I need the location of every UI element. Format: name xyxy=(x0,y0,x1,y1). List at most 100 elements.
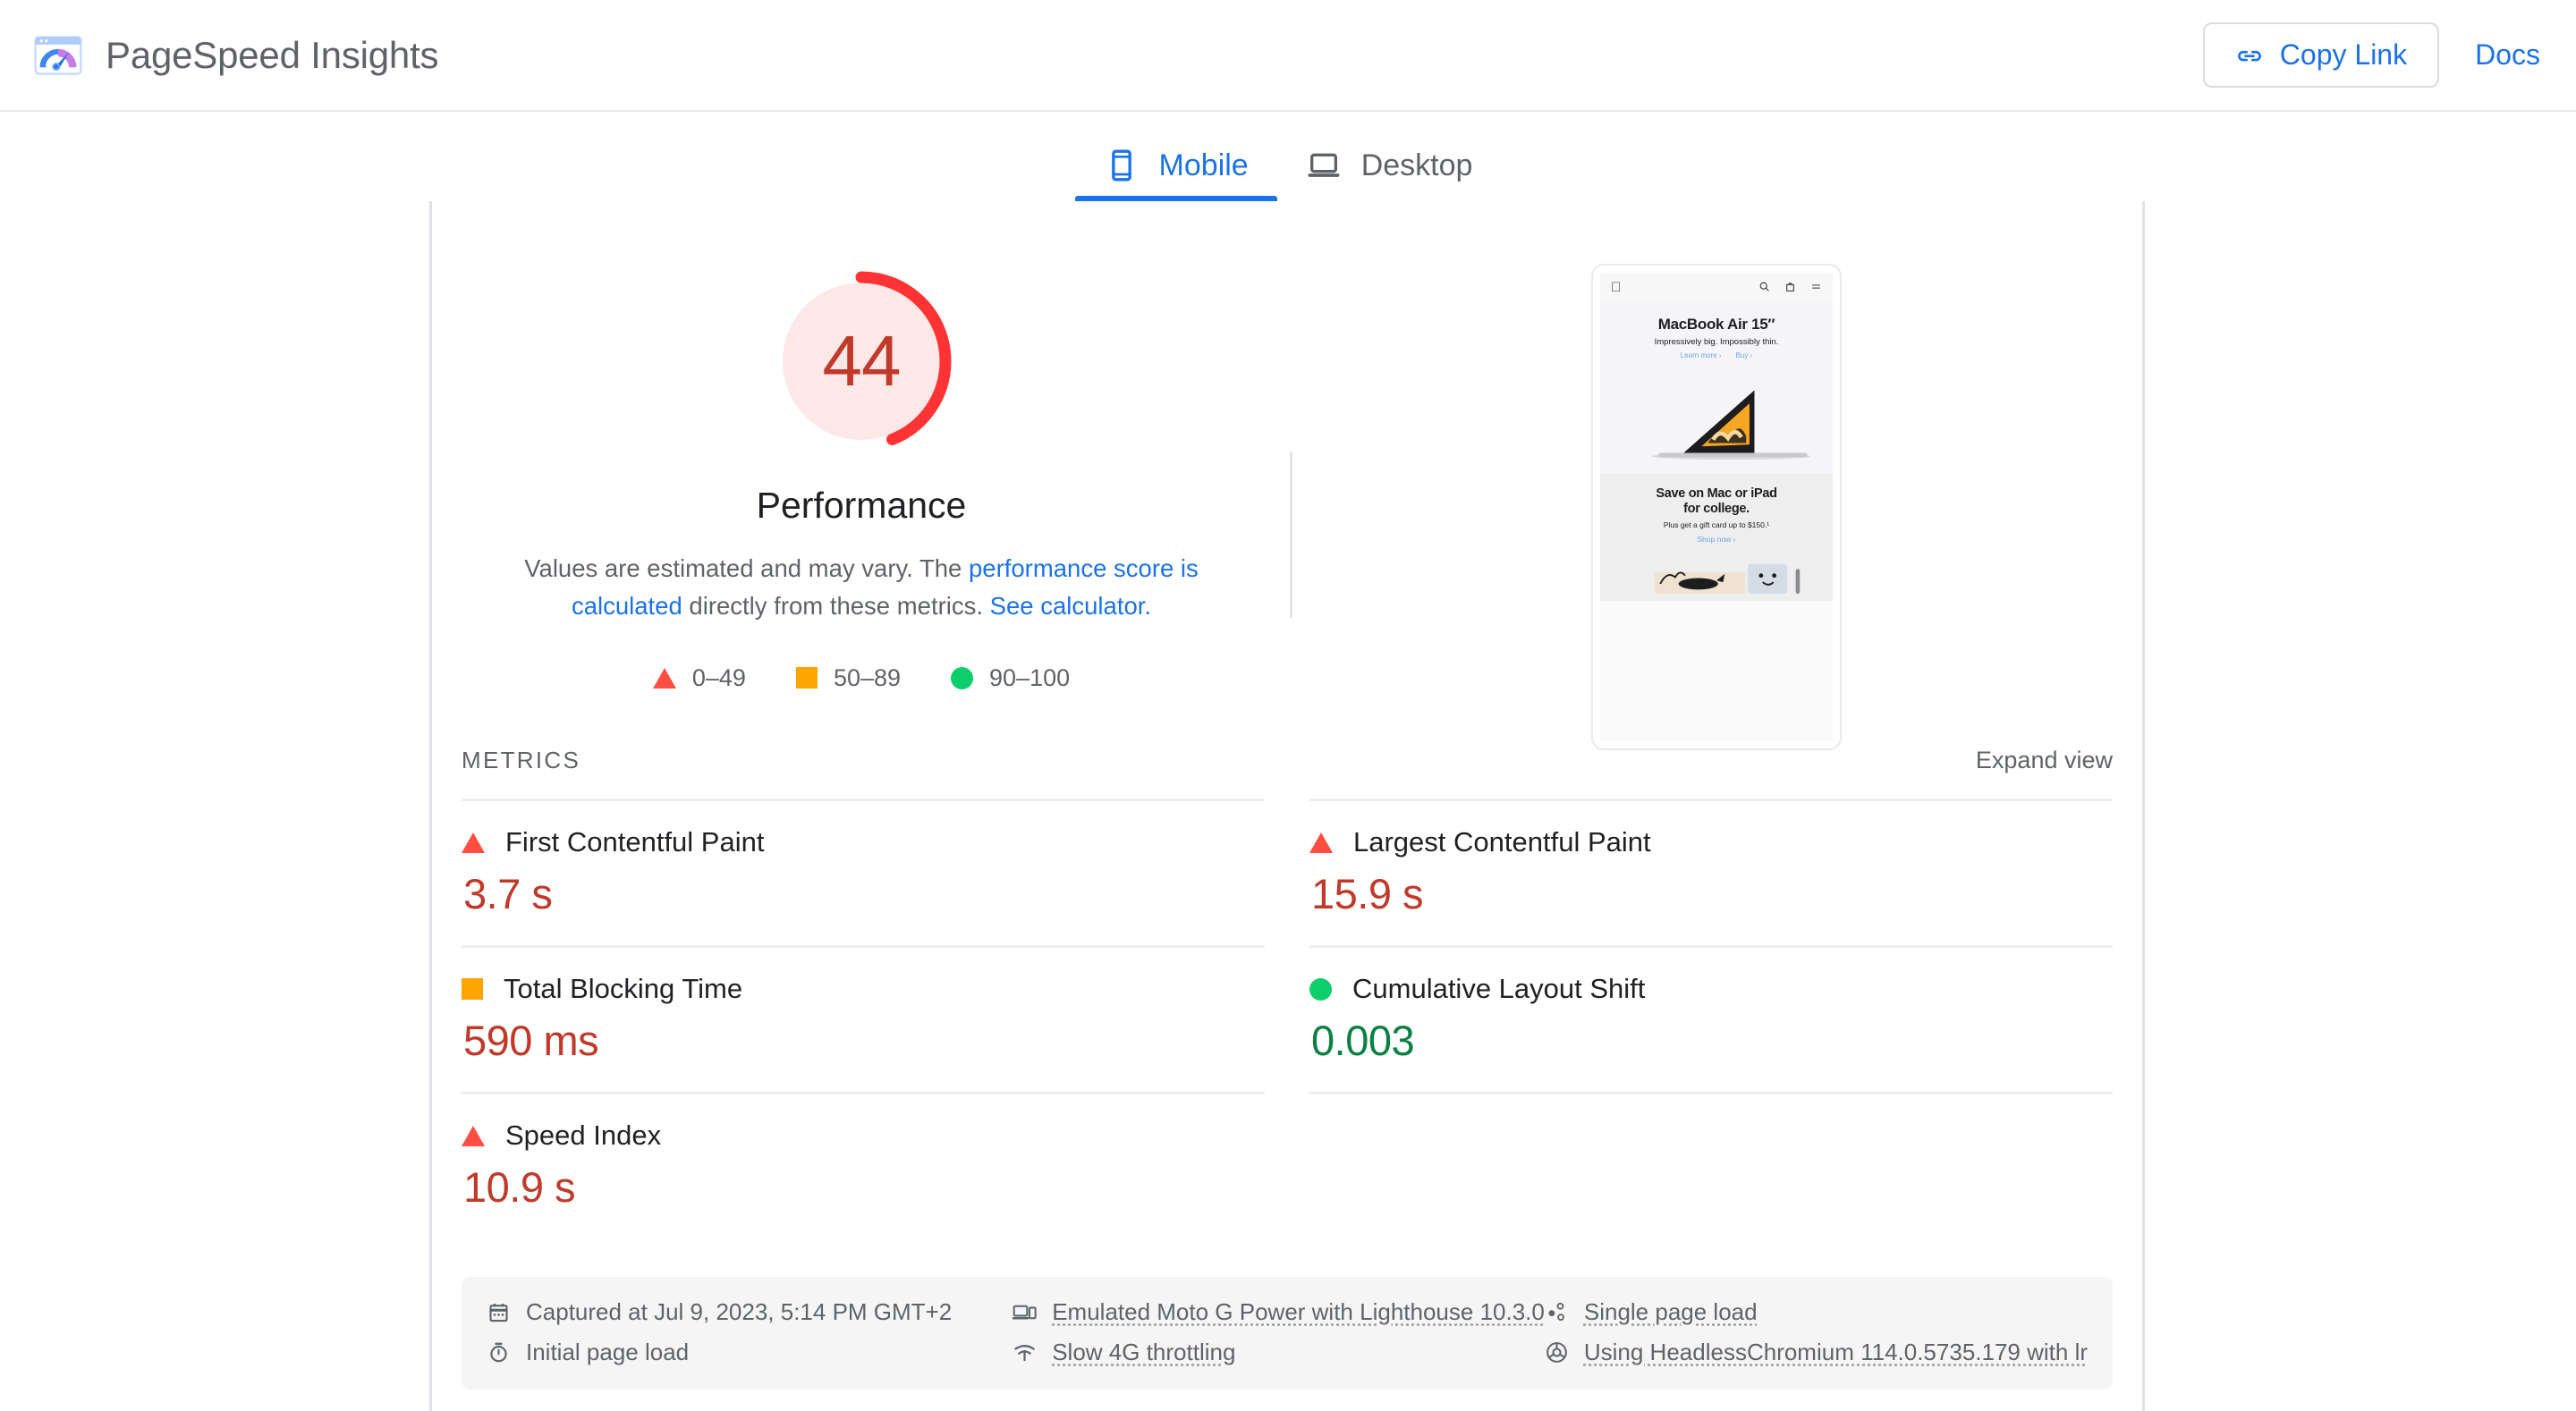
environment-item[interactable]: Slow 4G throttling xyxy=(1013,1339,1545,1366)
tab-desktop-label: Desktop xyxy=(1361,148,1473,183)
legend-label-average: 50–89 xyxy=(834,664,901,692)
thumbnail-promo-fineprint: Plus get a gift card up to $150.¹ xyxy=(1609,520,1824,529)
legend-item-poor: 0–49 xyxy=(653,664,746,692)
metric-header: Speed Index xyxy=(462,1120,1265,1152)
metric-value: 10.9 s xyxy=(463,1162,1265,1212)
report-container: 44 Performance Values are estimated and … xyxy=(429,201,2145,1411)
thumbnail-learn-more-link: Learn more › xyxy=(1681,351,1722,359)
link-icon xyxy=(2235,41,2264,70)
metrics-column-right: Largest Contentful Paint 15.9 s Cumulati… xyxy=(1309,798,2113,1238)
copy-link-label: Copy Link xyxy=(2280,38,2407,72)
mobile-phone-icon xyxy=(1104,148,1140,183)
metric-name: Cumulative Layout Shift xyxy=(1352,973,1645,1005)
environment-column-1: Captured at Jul 9, 2023, 5:14 PM GMT+2 I… xyxy=(487,1298,1013,1366)
thumbnail-shop-now-link: Shop now › xyxy=(1609,535,1824,544)
thumbnail-promo-heading-1: Save on Mac or iPad xyxy=(1609,486,1824,502)
legend-item-good: 90–100 xyxy=(951,664,1070,692)
metrics-grid: First Contentful Paint 3.7 s Total Block… xyxy=(432,798,2142,1238)
brand: PageSpeed Insights xyxy=(32,30,438,81)
stopwatch-icon xyxy=(487,1340,511,1365)
chrome-icon xyxy=(1545,1340,1569,1365)
legend-item-average: 50–89 xyxy=(796,664,901,692)
app-header: PageSpeed Insights Copy Link Docs xyxy=(0,0,2576,112)
metrics-column-left: First Contentful Paint 3.7 s Total Block… xyxy=(462,798,1265,1238)
metric-value: 0.003 xyxy=(1311,1016,2113,1065)
circle-icon xyxy=(951,667,973,689)
metric-name: Total Blocking Time xyxy=(504,973,742,1005)
triangle-icon xyxy=(1309,832,1333,853)
score-description: Values are estimated and may vary. The p… xyxy=(504,550,1219,625)
circle-icon xyxy=(1309,978,1332,1001)
metric-header: Largest Contentful Paint xyxy=(1309,826,2113,858)
square-icon xyxy=(796,667,818,689)
score-description-prefix: Values are estimated and may vary. The xyxy=(524,554,969,582)
page-screenshot-thumbnail[interactable]:  xyxy=(1591,264,1842,750)
thumbnail-promo-illustration xyxy=(1609,549,1824,596)
devices-icon xyxy=(1013,1300,1037,1324)
summary-section: 44 Performance Values are estimated and … xyxy=(432,201,2142,747)
triangle-icon xyxy=(462,832,485,853)
triangle-icon xyxy=(462,1126,485,1146)
header-actions: Copy Link Docs xyxy=(2203,22,2540,88)
copy-link-button[interactable]: Copy Link xyxy=(2203,22,2439,88)
environment-text[interactable]: Single page load xyxy=(1584,1298,1758,1326)
tab-desktop[interactable]: Desktop xyxy=(1277,112,1502,201)
environment-column-2: Emulated Moto G Power with Lighthouse 10… xyxy=(1013,1298,1545,1366)
see-calculator-link[interactable]: See calculator. xyxy=(990,592,1151,620)
apple-logo-icon:  xyxy=(1611,281,1621,294)
search-icon xyxy=(1758,281,1770,294)
score-legend: 0–49 50–89 90–100 xyxy=(653,664,1070,692)
performance-gauge: 44 xyxy=(768,268,954,454)
metrics-header: METRICS Expand view xyxy=(432,747,2142,798)
page-title: PageSpeed Insights xyxy=(106,34,438,77)
triangle-icon xyxy=(653,668,676,689)
thumbnail-nav:  xyxy=(1600,273,1833,301)
environment-item[interactable]: Using HeadlessChromium 114.0.5735.179 wi… xyxy=(1545,1339,2088,1366)
desktop-laptop-icon xyxy=(1306,148,1342,183)
metric-header: First Contentful Paint xyxy=(462,826,1265,858)
environment-text[interactable]: Slow 4G throttling xyxy=(1052,1339,1235,1366)
thumbnail-hero-subheading: Impressively big. Impossibly thin. xyxy=(1609,337,1824,347)
environment-item[interactable]: Single page load xyxy=(1545,1298,2088,1326)
metric-value: 15.9 s xyxy=(1311,869,2113,918)
metric-name: Largest Contentful Paint xyxy=(1353,826,1651,858)
thumbnail-hero: MacBook Air 15″ Impressively big. Imposs… xyxy=(1600,301,1833,474)
thumbnail-viewport:  xyxy=(1600,273,1833,741)
environment-item[interactable]: Emulated Moto G Power with Lighthouse 10… xyxy=(1013,1298,1545,1326)
metric-row[interactable]: First Contentful Paint 3.7 s xyxy=(462,798,1265,945)
calendar-icon xyxy=(487,1300,511,1324)
macbook-illustration xyxy=(1609,363,1824,469)
thumbnail-promo-heading-2: for college. xyxy=(1609,502,1824,517)
environment-text[interactable]: Emulated Moto G Power with Lighthouse 10… xyxy=(1052,1298,1545,1326)
legend-label-good: 90–100 xyxy=(989,664,1070,692)
expand-view-toggle[interactable]: Expand view xyxy=(1976,747,2113,774)
environment-column-3: Single page load Using HeadlessChromium … xyxy=(1545,1298,2088,1366)
form-factor-tabs: Mobile Desktop xyxy=(0,112,2576,201)
environment-bar: Captured at Jul 9, 2023, 5:14 PM GMT+2 I… xyxy=(462,1277,2113,1390)
docs-link[interactable]: Docs xyxy=(2475,38,2540,72)
legend-label-poor: 0–49 xyxy=(692,664,746,692)
thumbnail-buy-link: Buy › xyxy=(1736,351,1753,359)
thumbnail-hero-links: Learn more › Buy › xyxy=(1609,351,1824,359)
environment-text: Initial page load xyxy=(526,1339,689,1366)
pagespeed-logo-icon xyxy=(32,30,84,81)
metric-name: First Contentful Paint xyxy=(505,826,764,858)
single-page-load-icon xyxy=(1545,1300,1569,1324)
metric-row[interactable]: Speed Index 10.9 s xyxy=(462,1092,1265,1238)
performance-score-value: 44 xyxy=(768,268,954,454)
metrics-spacer xyxy=(1309,1092,2113,1222)
thumbnail-promo-band: Save on Mac or iPad for college. Plus ge… xyxy=(1600,474,1833,601)
metric-row[interactable]: Cumulative Layout Shift 0.003 xyxy=(1309,945,2113,1092)
environment-text: Captured at Jul 9, 2023, 5:14 PM GMT+2 xyxy=(526,1298,952,1326)
environment-text[interactable]: Using HeadlessChromium 114.0.5735.179 wi… xyxy=(1584,1339,2088,1366)
category-name: Performance xyxy=(757,485,967,527)
metric-row[interactable]: Largest Contentful Paint 15.9 s xyxy=(1309,798,2113,945)
score-description-middle: directly from these metrics. xyxy=(682,592,990,620)
summary-divider xyxy=(1290,452,1292,618)
network-signal-icon xyxy=(1013,1340,1037,1365)
tab-mobile[interactable]: Mobile xyxy=(1075,112,1277,201)
menu-icon xyxy=(1810,281,1822,294)
score-column: 44 Performance Values are estimated and … xyxy=(432,255,1291,747)
square-icon xyxy=(462,978,483,1000)
metric-row[interactable]: Total Blocking Time 590 ms xyxy=(462,945,1265,1092)
